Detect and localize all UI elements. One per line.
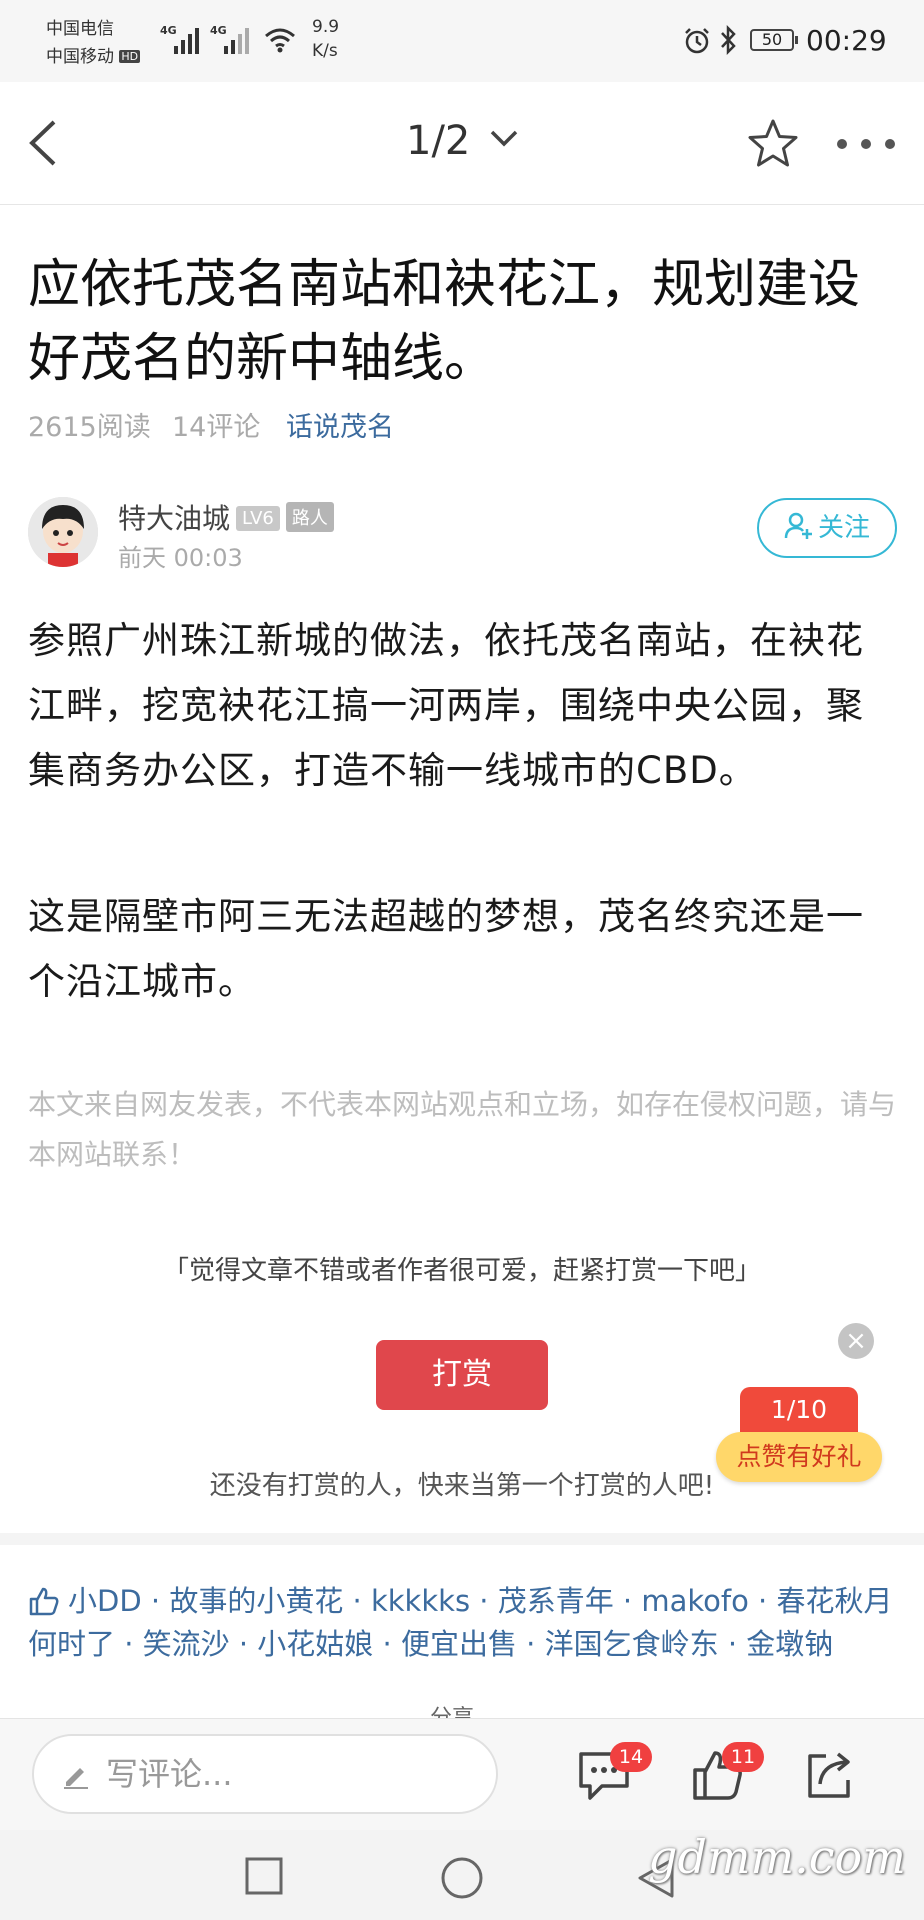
topic-link[interactable]: 话说茂名 [286,405,394,444]
back-arrow-icon[interactable] [24,118,64,168]
reward-tip: 「觉得文章不错或者作者很可爱，赶紧打赏一下吧」 [162,1256,761,1286]
follow-label: 关注 [817,513,870,543]
post-time: 前天 00:03 [118,544,243,572]
carrier-1: 中国电信 [46,19,114,39]
wifi-icon [265,28,295,53]
role-badge: 路人 [285,502,334,532]
pencil-icon [64,1768,88,1789]
disclaimer-text: 本文来自网友发表，不代表本网站观点和立场，如存在侵权问题，请与本网站联系！ [28,1088,897,1171]
signal-2-icon: 4G [210,24,256,54]
star-favorite-icon[interactable] [746,118,800,170]
signal-1-icon: 4G [160,24,206,54]
promo-counter[interactable]: 1/10 [740,1387,858,1433]
promo-like-gift[interactable]: 点赞有好礼 [716,1432,882,1482]
article-paragraph-1: 参照广州珠江新城的做法，依托茂名南站，在袂花江畔，挖宽袂花江搞一河两岸，围绕中央… [28,619,864,792]
carrier-2: 中国移动 HD [46,42,141,67]
reward-button[interactable]: 打赏 [376,1340,548,1410]
likers-line-2[interactable]: 何时了 · 笑流沙 · 小花姑娘 · 便宜出售 · 洋国乞食岭东 · 金墩钠 [28,1627,833,1661]
more-options-icon[interactable] [834,134,898,154]
author-avatar[interactable] [28,497,98,567]
article-paragraph-2: 这是隔壁市阿三无法超越的梦想，茂名终究还是一个沿江城市。 [28,895,864,1003]
close-icon[interactable]: × [838,1323,874,1359]
comment-count: 14评论 [172,412,261,443]
author-line: 特大油城 LV6 路人 [118,497,334,537]
chevron-down-icon [490,130,518,147]
likers-line-1[interactable]: 小DD · 故事的小黄花 · kkkkks · 茂系青年 · makofo · … [68,1584,893,1618]
clock: 00:29 [806,24,887,57]
comment-count-badge: 14 [610,1742,652,1772]
network-speed-unit: K/s [312,41,338,61]
thumbs-up-icon [29,1587,59,1616]
section-divider [0,1533,924,1545]
status-bar: 中国电信 中国移动 HD 4G 4G 9.9 K/s 50 00:29 [0,0,924,82]
comment-input[interactable]: 写评论... [32,1734,498,1814]
likers-list: 小DD · 故事的小黄花 · kkkkks · 茂系青年 · makofo · … [28,1580,904,1666]
network-speed-value: 9.9 [312,17,340,37]
article-title: 应依托茂名南站和袂花江，规划建设好茂名的新中轴线。 [28,255,861,389]
share-label-partial: 分享 [430,1706,475,1720]
follow-button[interactable]: 关注 [757,498,897,558]
battery-icon: 50 [750,29,798,51]
author-name[interactable]: 特大油城 [118,502,230,535]
read-count: 2615阅读 [28,412,151,443]
home-circle-icon[interactable] [440,1856,484,1900]
hd-badge: HD [119,50,141,63]
page-indicator[interactable]: 1/2 [406,118,519,164]
add-user-icon [784,512,812,539]
carrier-2-name: 中国移动 [46,47,114,67]
alarm-icon [685,28,709,54]
bluetooth-icon [721,24,736,56]
level-badge: LV6 [236,506,280,531]
like-count-badge: 11 [722,1742,764,1772]
recents-square-icon[interactable] [244,1856,284,1896]
page-indicator-label: 1/2 [406,118,471,164]
watermark: gdmm.com [648,1830,906,1884]
share-icon[interactable] [804,1748,856,1802]
